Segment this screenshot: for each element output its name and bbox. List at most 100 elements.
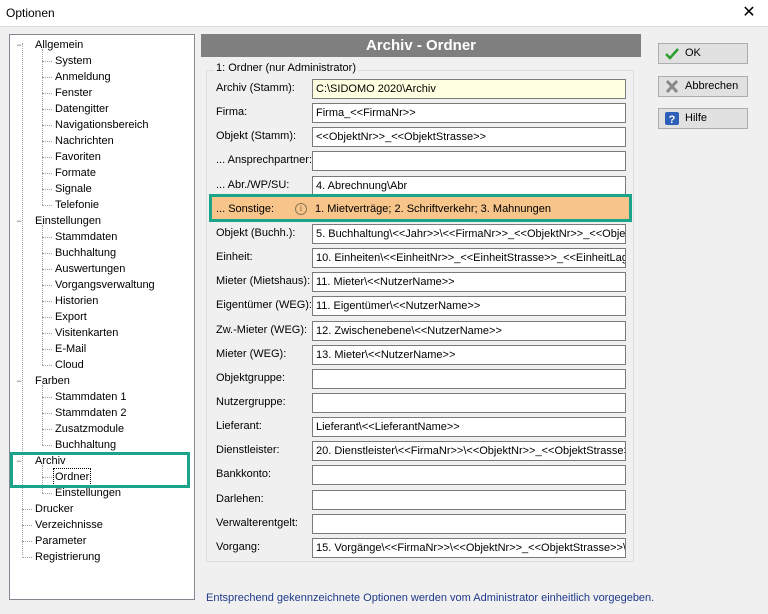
field-label: Darlehen: (216, 493, 264, 505)
field-label: Lieferant: (216, 420, 262, 432)
tree-connector (42, 397, 52, 398)
tree-connector (42, 365, 52, 366)
folder-path-input[interactable] (312, 151, 626, 171)
folder-path-input[interactable]: 15. Vorgänge\<<FirmaNr>>\<<ObjektNr>>_<<… (312, 538, 626, 558)
window-title: Optionen (6, 6, 55, 20)
tree-item[interactable]: Navigationsbereich (54, 117, 150, 133)
folder-path-input[interactable]: Lieferant\<<LieferantName>> (312, 417, 626, 437)
tree-connector (42, 429, 52, 430)
sonstige-highlight-box (209, 194, 632, 222)
tree-item[interactable]: Visitenkarten (54, 325, 119, 341)
field-label: Mieter (WEG): (216, 348, 287, 360)
tree-connector (42, 317, 52, 318)
folder-path-input[interactable]: 11. Eigentümer\<<NutzerName>> (312, 296, 626, 316)
tree-connector (42, 237, 52, 238)
tree-item[interactable]: Cloud (54, 357, 85, 373)
tree-item[interactable]: E-Mail (54, 341, 87, 357)
tree-connector (42, 413, 52, 414)
folder-path-input[interactable] (312, 465, 626, 485)
tree-connector (42, 493, 52, 494)
tree-connector (42, 61, 52, 62)
folder-path-input[interactable]: 20. Dienstleister\<<FirmaNr>>\<<ObjektNr… (312, 441, 626, 461)
tree-item[interactable]: Historien (54, 293, 99, 309)
tree-connector (42, 253, 52, 254)
folder-path-input[interactable] (312, 369, 626, 389)
tree-item[interactable]: Farben (34, 373, 71, 389)
options-tree[interactable]: Allgemein − System Anmeldung Fenster Datengit… (9, 34, 195, 600)
tree-connector (42, 333, 52, 334)
tree-item[interactable]: Drucker (34, 501, 75, 517)
field-label: Mieter (Mietshaus): (216, 275, 311, 287)
help-button[interactable]: ? Hilfe (658, 108, 748, 129)
tree-connector (42, 109, 52, 110)
tree-item[interactable]: Registrierung (34, 549, 101, 565)
tree-item[interactable]: Signale (54, 181, 93, 197)
tree-item[interactable]: Buchhaltung (54, 245, 117, 261)
tree-connector (42, 349, 52, 350)
field-label: Verwalterentgelt: (216, 517, 298, 529)
field-label: ... Ansprechpartner: (216, 154, 312, 166)
tree-item[interactable]: Zusatzmodule (54, 421, 125, 437)
tree-item[interactable]: Telefonie (54, 197, 100, 213)
tree-item[interactable]: Fenster (54, 85, 93, 101)
field-label: Zw.-Mieter (WEG): (216, 324, 308, 336)
tree-connector (42, 189, 52, 190)
tree-item[interactable]: Datengitter (54, 101, 110, 117)
folder-path-input[interactable] (312, 490, 626, 510)
folder-path-input[interactable]: 4. Abrechnung\Abr (312, 176, 626, 196)
tree-item[interactable]: Einstellungen (34, 213, 102, 229)
tree-item[interactable]: Vorgangsverwaltung (54, 277, 156, 293)
folder-path-input[interactable] (312, 393, 626, 413)
folder-path-input[interactable] (312, 514, 626, 534)
tree-connector (42, 77, 52, 78)
field-label: Objektgruppe: (216, 372, 286, 384)
group-title: 1: Ordner (nur Administrator) (214, 62, 358, 74)
folder-path-input[interactable]: <<ObjektNr>>_<<ObjektStrasse>> (312, 127, 626, 147)
tree-item[interactable]: Favoriten (54, 149, 102, 165)
tree-item[interactable]: Verzeichnisse (34, 517, 104, 533)
tree-connector (42, 285, 52, 286)
field-label: Objekt (Buchh.): (216, 227, 296, 239)
folder-path-input[interactable]: 11. Mieter\<<NutzerName>> (312, 272, 626, 292)
tree-item[interactable]: Nachrichten (54, 133, 115, 149)
folder-path-input[interactable]: 12. Zwischenebene\<<NutzerName>> (312, 321, 626, 341)
tree-item[interactable]: Stammdaten (54, 229, 118, 245)
tree-item[interactable]: Auswertungen (54, 261, 126, 277)
close-button[interactable]: ✕ (738, 3, 760, 23)
tree-item[interactable]: Parameter (34, 533, 87, 549)
tree-connector (42, 141, 52, 142)
ok-button[interactable]: OK (658, 43, 748, 64)
folder-path-input[interactable]: 13. Mieter\<<NutzerName>> (312, 345, 626, 365)
field-label: Bankkonto: (216, 468, 272, 480)
field-label: Objekt (Stamm): (216, 130, 297, 142)
tree-item[interactable]: Formate (54, 165, 97, 181)
field-label: Firma: (216, 106, 248, 118)
tree-highlight-box (10, 452, 190, 488)
cancel-button[interactable]: Abbrechen (658, 76, 748, 97)
tree-item[interactable]: Anmeldung (54, 69, 112, 85)
field-label: Nutzergruppe: (216, 396, 286, 408)
question-icon: ? (665, 112, 679, 126)
tree-item[interactable]: System (54, 53, 93, 69)
footer-note: Entsprechend gekennzeichnete Optionen we… (206, 592, 655, 604)
field-label: Eigentümer (WEG): (216, 299, 312, 311)
folder-path-input[interactable]: 10. Einheiten\<<EinheitNr>>_<<EinheitStr… (312, 248, 626, 268)
tree-item[interactable]: Buchhaltung (54, 437, 117, 453)
tree-connector (22, 525, 32, 526)
tree-connector (42, 205, 52, 206)
field-label: Einheit: (216, 251, 253, 263)
tree-item[interactable]: Export (54, 309, 88, 325)
folder-path-input[interactable]: 5. Buchhaltung\<<Jahr>>\<<FirmaNr>>_<<Ob… (312, 224, 626, 244)
svg-text:?: ? (669, 114, 676, 126)
tree-connector (42, 385, 43, 445)
tree-connector (42, 125, 52, 126)
tree-connector (42, 225, 43, 365)
folder-path-input[interactable]: Firma_<<FirmaNr>> (312, 103, 626, 123)
tree-item[interactable]: Stammdaten 1 (54, 389, 128, 405)
tree-connector (42, 93, 52, 94)
field-label: Vorgang: (216, 541, 261, 553)
tree-connector (42, 301, 52, 302)
tree-item[interactable]: Stammdaten 2 (54, 405, 128, 421)
tree-connector (42, 49, 43, 205)
folder-path-input[interactable]: C:\SIDOMO 2020\Archiv (312, 79, 626, 99)
